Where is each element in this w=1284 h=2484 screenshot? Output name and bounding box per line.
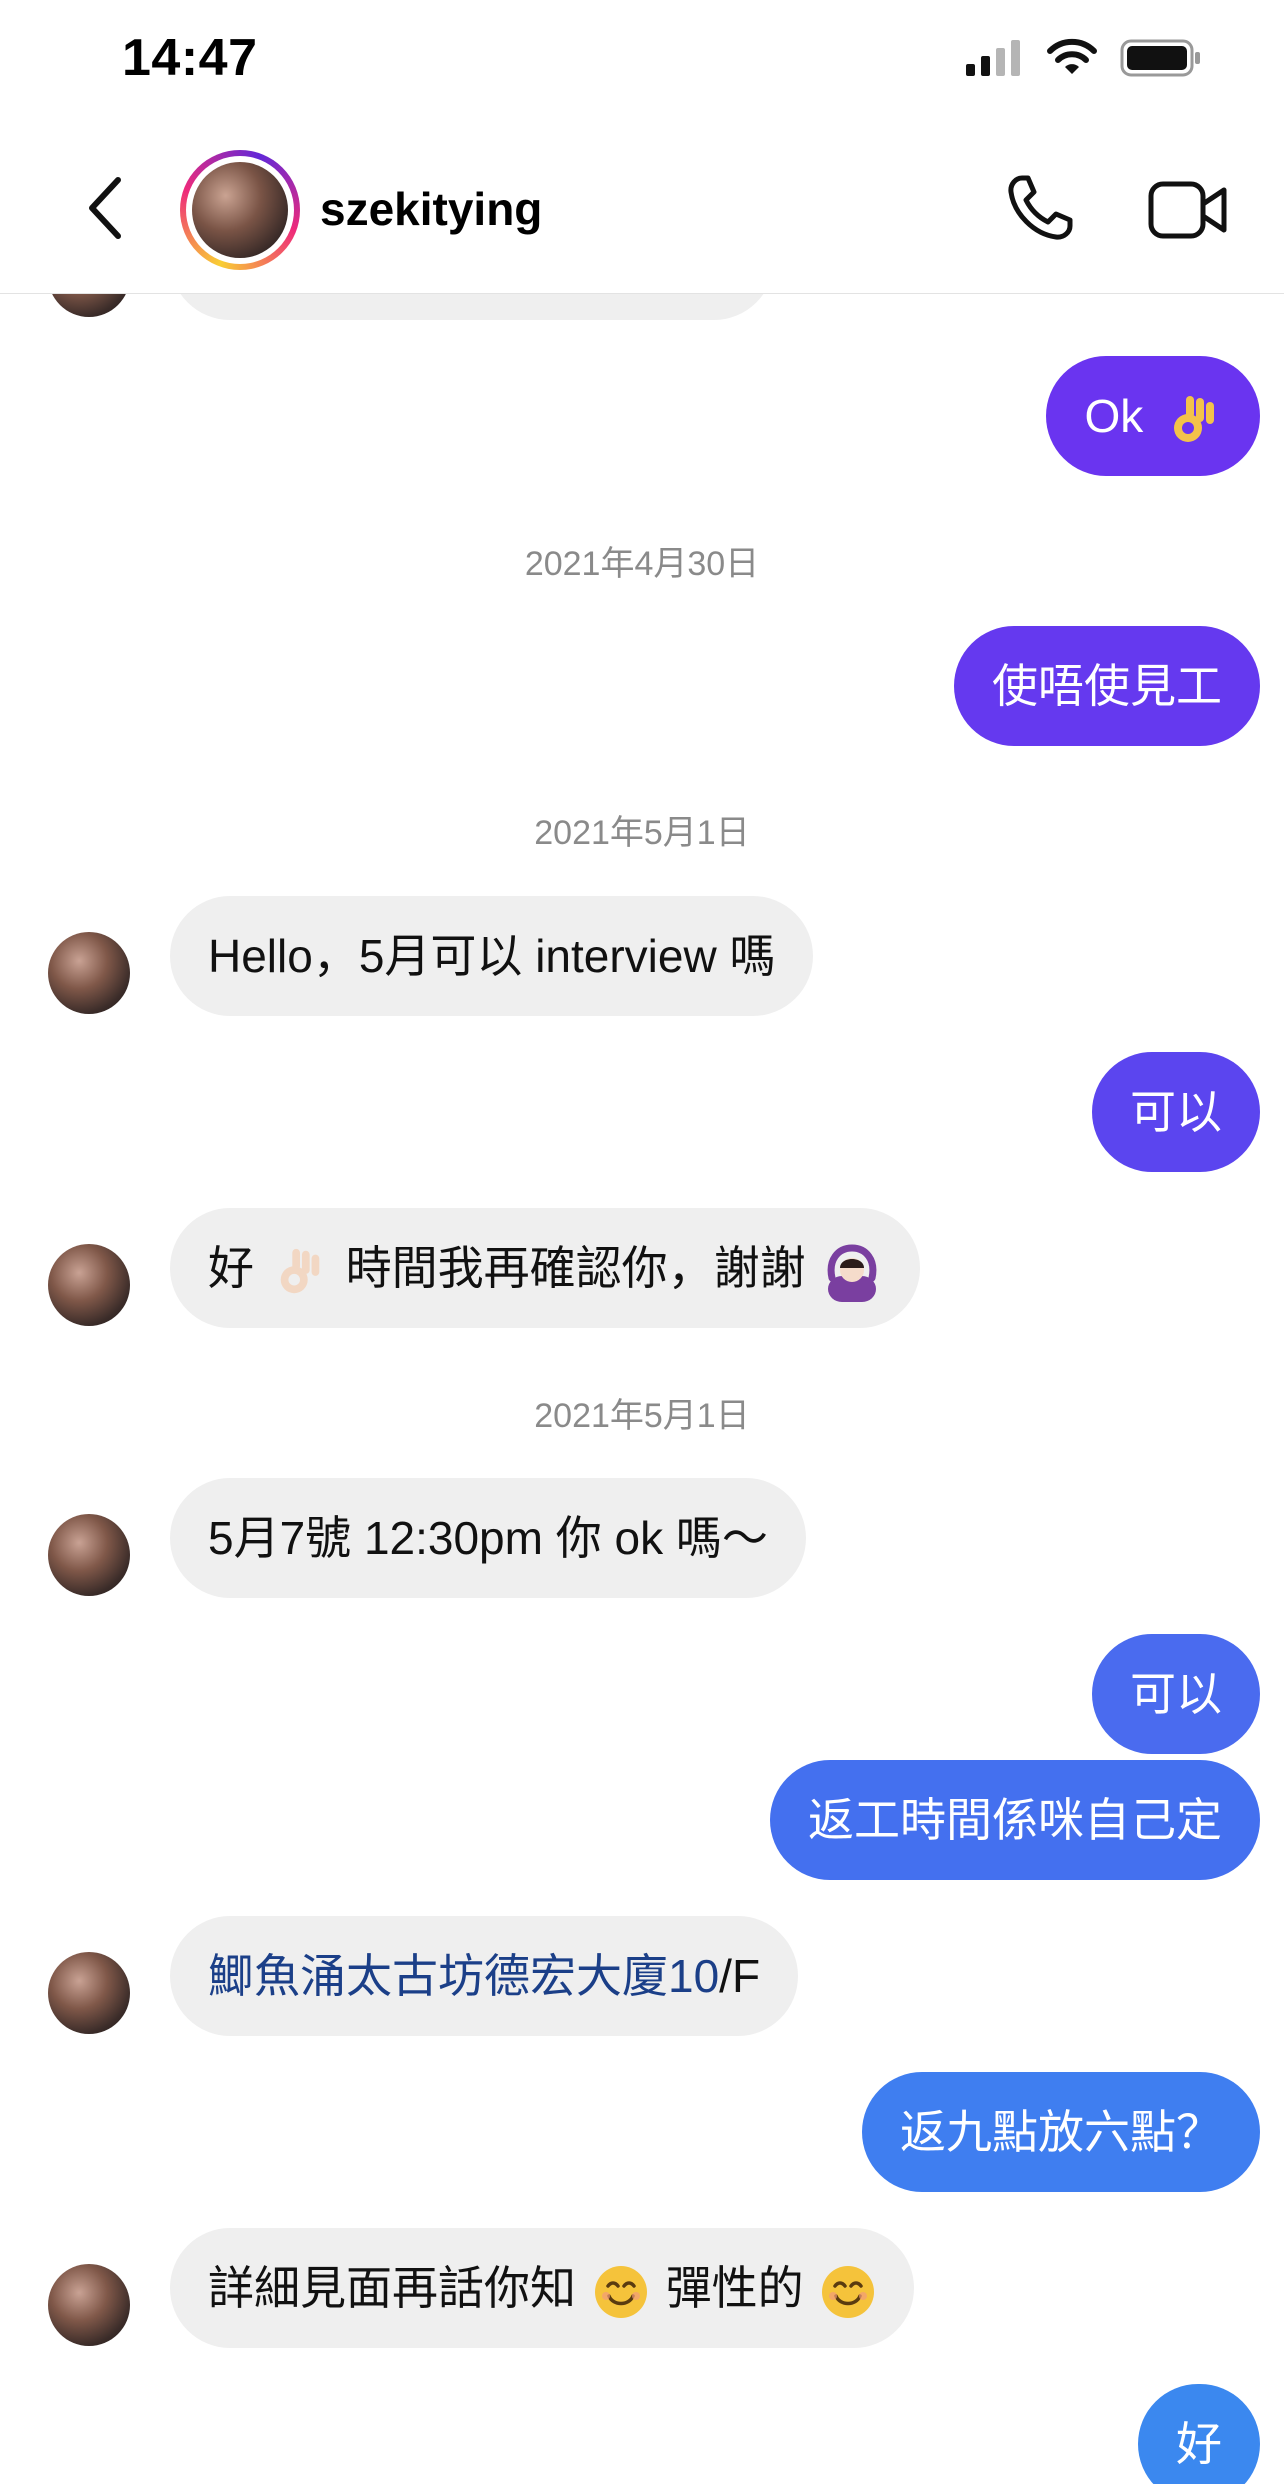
contact-username[interactable]: szekitying [320, 182, 542, 236]
contact-avatar[interactable] [180, 150, 300, 270]
chat-header: szekitying [0, 120, 1284, 294]
outgoing-message[interactable]: 返工時間係咪自己定 [770, 1760, 1260, 1880]
outgoing-message[interactable]: 可以 [1092, 1052, 1260, 1172]
sender-avatar[interactable] [48, 1244, 130, 1326]
message-thread[interactable]: Ok 2021年4月30日 使唔使見工 2021年5月1日 Hello，5月可以… [0, 0, 1284, 2484]
sender-avatar[interactable] [48, 932, 130, 1014]
outgoing-message[interactable]: 好 [1138, 2384, 1260, 2484]
outgoing-message[interactable]: 返九點放六點？ [862, 2072, 1260, 2192]
address-link[interactable]: 鯽魚涌太古坊德宏大廈10 [208, 1950, 719, 2002]
incoming-message[interactable]: 5月7號 12:30pm 你 ok 嗎～ [170, 1478, 806, 1598]
ok-hand-emoji [1174, 395, 1214, 442]
back-chevron-icon[interactable] [78, 170, 134, 246]
phone-call-icon[interactable] [1004, 172, 1076, 244]
sender-avatar[interactable] [48, 1952, 130, 2034]
outgoing-message[interactable]: Ok [1046, 356, 1260, 476]
incoming-message[interactable]: 鯽魚涌太古坊德宏大廈10/F [170, 1916, 799, 2036]
outgoing-message[interactable]: 使唔使見工 [954, 626, 1260, 746]
arms-circle-emoji [827, 1244, 877, 1302]
incoming-message[interactable]: Hello，5月可以 interview 嗎 [170, 896, 814, 1016]
ok-hand-emoji [280, 1248, 320, 1294]
date-stamp: 2021年5月1日 [534, 814, 750, 852]
sender-avatar[interactable] [48, 1514, 130, 1596]
smile-emoji [822, 2265, 875, 2318]
date-stamp: 2021年4月30日 [524, 545, 760, 583]
incoming-message[interactable]: 好 時間我再確認你，謝謝 [170, 1208, 921, 1328]
date-stamp: 2021年5月1日 [534, 1397, 750, 1435]
sender-avatar[interactable] [48, 2264, 130, 2346]
video-call-icon[interactable] [1148, 178, 1228, 242]
smile-emoji [594, 2265, 647, 2318]
incoming-message[interactable]: 詳細見面再話你知 彈性的 [170, 2228, 915, 2348]
outgoing-message[interactable]: 可以 [1092, 1634, 1260, 1754]
